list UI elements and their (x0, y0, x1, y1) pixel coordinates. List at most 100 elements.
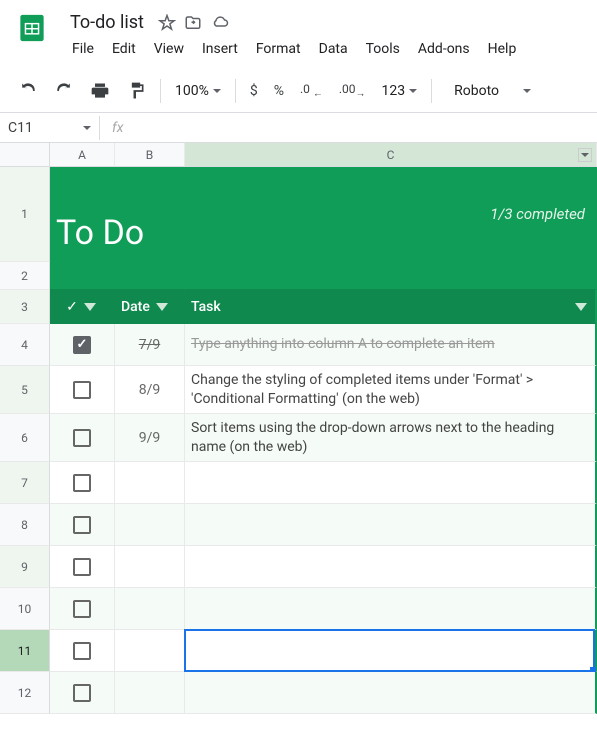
cell-b7[interactable] (115, 462, 185, 504)
cell[interactable] (115, 262, 185, 290)
formula-bar[interactable] (135, 116, 597, 140)
cell-c4[interactable]: Type anything into column A to complete … (185, 324, 597, 366)
cell-a6[interactable] (50, 414, 115, 462)
filter-icon[interactable] (575, 299, 589, 315)
checkbox[interactable] (73, 429, 91, 447)
row-header-12[interactable]: 12 (0, 672, 50, 714)
menu-file[interactable]: File (64, 37, 102, 61)
cell-c8[interactable] (185, 504, 597, 546)
date-header[interactable]: Date (115, 290, 185, 324)
cell-b10[interactable] (115, 588, 185, 630)
cell-a9[interactable] (50, 546, 115, 588)
task-header[interactable]: Task (185, 290, 597, 324)
paint-format-button[interactable] (120, 75, 152, 107)
doc-title[interactable]: To-do list (64, 10, 150, 35)
row-header-2[interactable]: 2 (0, 262, 50, 290)
increase-decimal-button[interactable]: .00→ (333, 76, 372, 105)
percent-button[interactable]: % (268, 77, 290, 105)
cell-b4[interactable]: 7/9 (115, 324, 185, 366)
decrease-decimal-button[interactable]: .0 ← (294, 76, 329, 105)
sheet-grid[interactable]: A B C 1 To Do 1/3 completed 2 3 ✓ Date T… (0, 143, 597, 714)
sheets-logo[interactable] (12, 8, 52, 48)
checkbox[interactable] (73, 558, 91, 576)
row-header-5[interactable]: 5 (0, 366, 50, 414)
row-header-3[interactable]: 3 (0, 290, 50, 324)
cell[interactable] (185, 262, 597, 290)
chevron-down-icon (409, 89, 417, 93)
fx-icon: fx (100, 120, 135, 136)
checkbox[interactable] (73, 684, 91, 702)
template-subtitle[interactable]: 1/3 completed (185, 167, 597, 262)
separator (235, 79, 236, 103)
menu-insert[interactable]: Insert (194, 37, 246, 61)
checkbox[interactable] (73, 642, 91, 660)
cell-b5[interactable]: 8/9 (115, 366, 185, 414)
font-dropdown[interactable]: Roboto (448, 79, 537, 103)
number-format-dropdown[interactable]: 123 (376, 79, 424, 103)
print-button[interactable] (84, 75, 116, 107)
currency-button[interactable]: $ (244, 77, 264, 105)
menu-format[interactable]: Format (248, 37, 309, 61)
cloud-status-icon[interactable] (210, 14, 230, 32)
menu-edit[interactable]: Edit (104, 37, 144, 61)
menu-tools[interactable]: Tools (358, 37, 408, 61)
separator (431, 79, 432, 103)
redo-button[interactable] (48, 75, 80, 107)
chevron-down-icon (523, 89, 531, 93)
menu-view[interactable]: View (146, 37, 192, 61)
cell-a12[interactable] (50, 672, 115, 714)
row-header-10[interactable]: 10 (0, 588, 50, 630)
cell-a7[interactable] (50, 462, 115, 504)
cell-b12[interactable] (115, 672, 185, 714)
select-all-corner[interactable] (0, 143, 50, 167)
col-header-a[interactable]: A (50, 143, 115, 167)
checkbox[interactable] (73, 600, 91, 618)
row-header-4[interactable]: 4 (0, 324, 50, 366)
cell-b6[interactable]: 9/9 (115, 414, 185, 462)
star-icon[interactable] (158, 14, 176, 32)
cell-c11[interactable] (185, 630, 597, 672)
menu-addons[interactable]: Add-ons (410, 37, 478, 61)
row-header-7[interactable]: 7 (0, 462, 50, 504)
cell-b11[interactable] (115, 630, 185, 672)
col-header-c[interactable]: C (185, 143, 597, 167)
row-header-1[interactable]: 1 (0, 167, 50, 262)
check-header[interactable]: ✓ (50, 290, 115, 324)
cell-b8[interactable] (115, 504, 185, 546)
menu-help[interactable]: Help (480, 37, 525, 61)
cell-c7[interactable] (185, 462, 597, 504)
name-box[interactable]: C11 (0, 116, 100, 140)
menu-data[interactable]: Data (311, 37, 356, 61)
filter-icon[interactable] (156, 299, 170, 315)
cell-c5[interactable]: Change the styling of completed items un… (185, 366, 597, 414)
cell-a8[interactable] (50, 504, 115, 546)
row-header-6[interactable]: 6 (0, 414, 50, 462)
separator (160, 79, 161, 103)
move-icon[interactable] (184, 14, 202, 32)
undo-button[interactable] (12, 75, 44, 107)
row-header-8[interactable]: 8 (0, 504, 50, 546)
chevron-down-icon (213, 89, 221, 93)
cell-a5[interactable] (50, 366, 115, 414)
cell-c10[interactable] (185, 588, 597, 630)
cell-a11[interactable] (50, 630, 115, 672)
template-title[interactable]: To Do (50, 167, 185, 262)
row-header-9[interactable]: 9 (0, 546, 50, 588)
checkbox[interactable] (73, 474, 91, 492)
cell-c12[interactable] (185, 672, 597, 714)
cell[interactable] (50, 262, 115, 290)
cell-c6[interactable]: Sort items using the drop-down arrows ne… (185, 414, 597, 462)
checkbox[interactable] (73, 336, 91, 354)
row-header-11[interactable]: 11 (0, 630, 50, 672)
chevron-down-icon (83, 126, 91, 130)
cell-c9[interactable] (185, 546, 597, 588)
zoom-dropdown[interactable]: 100% (169, 79, 227, 103)
checkbox[interactable] (73, 381, 91, 399)
cell-a10[interactable] (50, 588, 115, 630)
cell-b9[interactable] (115, 546, 185, 588)
cell-a4[interactable] (50, 324, 115, 366)
filter-icon[interactable] (84, 299, 98, 315)
checkbox[interactable] (73, 516, 91, 534)
column-dropdown-icon[interactable] (578, 148, 592, 162)
col-header-b[interactable]: B (115, 143, 185, 167)
